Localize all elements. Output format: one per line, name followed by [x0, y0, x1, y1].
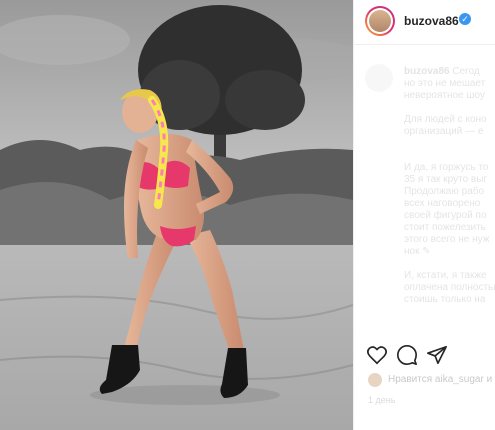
comment-icon[interactable]: [396, 344, 418, 366]
caption-avatar[interactable]: [365, 64, 393, 92]
author-username[interactable]: buzova86: [404, 14, 459, 28]
author-avatar[interactable]: [365, 6, 395, 36]
caption: buzova86 Сегод но это не мешает невероят…: [354, 56, 495, 346]
heart-icon[interactable]: [366, 344, 388, 366]
likes-row[interactable]: Нравится aika_sugar и: [368, 372, 495, 388]
liker-avatar: [368, 373, 382, 387]
likes-text[interactable]: Нравится aika_sugar и: [388, 374, 492, 385]
post-side-panel: buzova86 ✓ buzova86 Сегод но это не меша…: [353, 0, 495, 430]
post-actions: [354, 340, 495, 370]
caption-username[interactable]: buzova86: [404, 66, 450, 77]
post-photo[interactable]: [0, 0, 353, 430]
avatar-image: [369, 10, 391, 32]
caption-body: Сегод но это не мешает невероятное шоу Д…: [404, 66, 495, 305]
post-date: 1 день: [368, 395, 396, 405]
verified-badge-icon: ✓: [459, 13, 471, 25]
caption-text: buzova86 Сегод но это не мешает невероят…: [404, 66, 495, 306]
share-icon[interactable]: [426, 344, 448, 366]
post-header: buzova86 ✓: [354, 0, 495, 45]
